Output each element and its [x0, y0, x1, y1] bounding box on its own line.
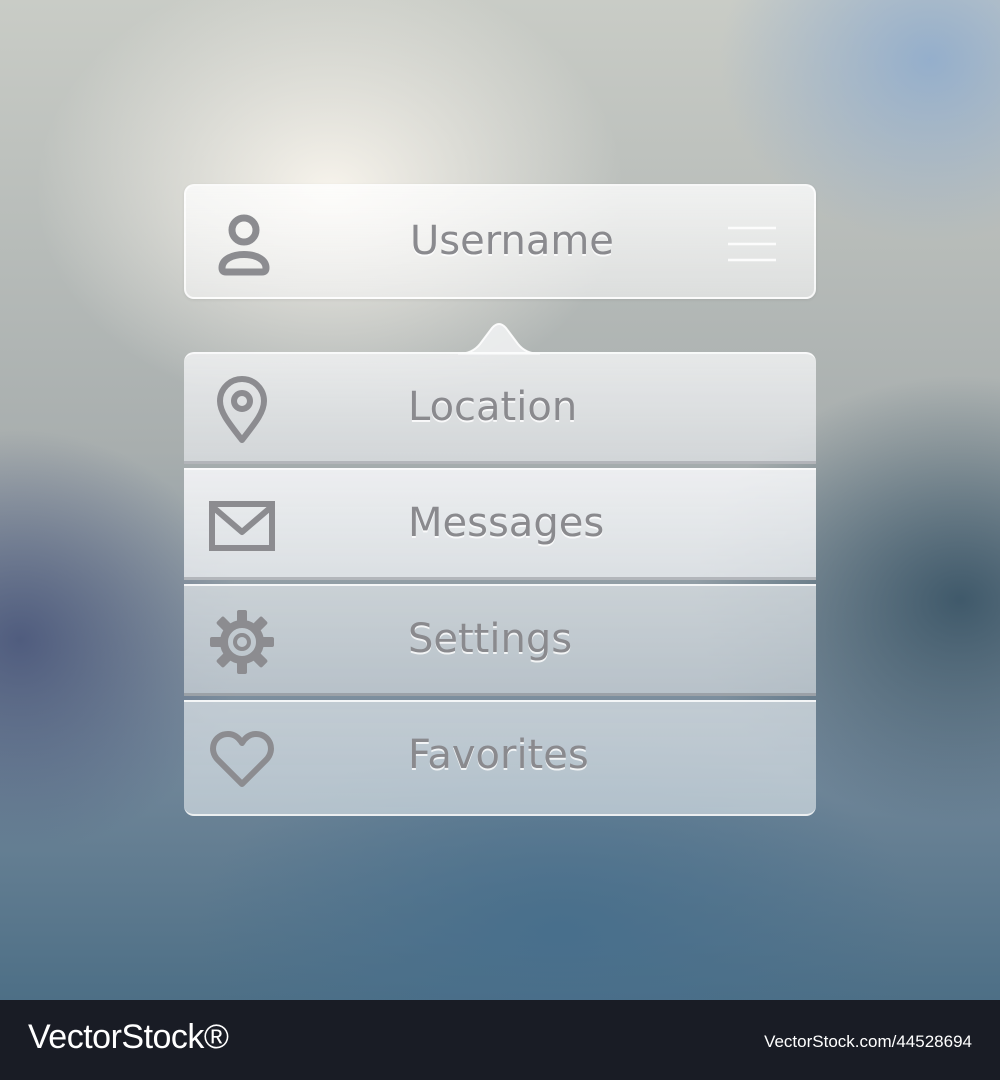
heart-icon	[210, 731, 274, 787]
location-pin-icon	[217, 376, 267, 443]
hamburger-icon[interactable]	[726, 224, 778, 264]
menu-item-label: Settings	[408, 616, 573, 662]
brand-logo: VectorStock®	[28, 1018, 229, 1056]
menu-item-messages[interactable]: Messages	[184, 468, 816, 580]
user-icon	[218, 214, 270, 276]
menu-item-location[interactable]: Location	[184, 352, 816, 464]
username-bar[interactable]: Username	[184, 184, 816, 299]
username-label: Username	[410, 218, 614, 264]
menu-item-label: Location	[408, 384, 578, 430]
dropdown-menu: Location Messages Settings Favorites	[184, 323, 816, 816]
menu-item-favorites[interactable]: Favorites	[184, 700, 816, 816]
dropdown-pointer	[458, 323, 540, 355]
watermark-footer: VectorStock® VectorStock.com/44528694	[0, 1000, 1000, 1080]
menu-item-label: Messages	[408, 500, 605, 546]
image-id: VectorStock.com/44528694	[764, 1032, 972, 1051]
envelope-icon	[209, 501, 275, 551]
menu-item-settings[interactable]: Settings	[184, 584, 816, 696]
menu-item-label: Favorites	[408, 732, 589, 778]
gear-icon	[210, 610, 274, 674]
